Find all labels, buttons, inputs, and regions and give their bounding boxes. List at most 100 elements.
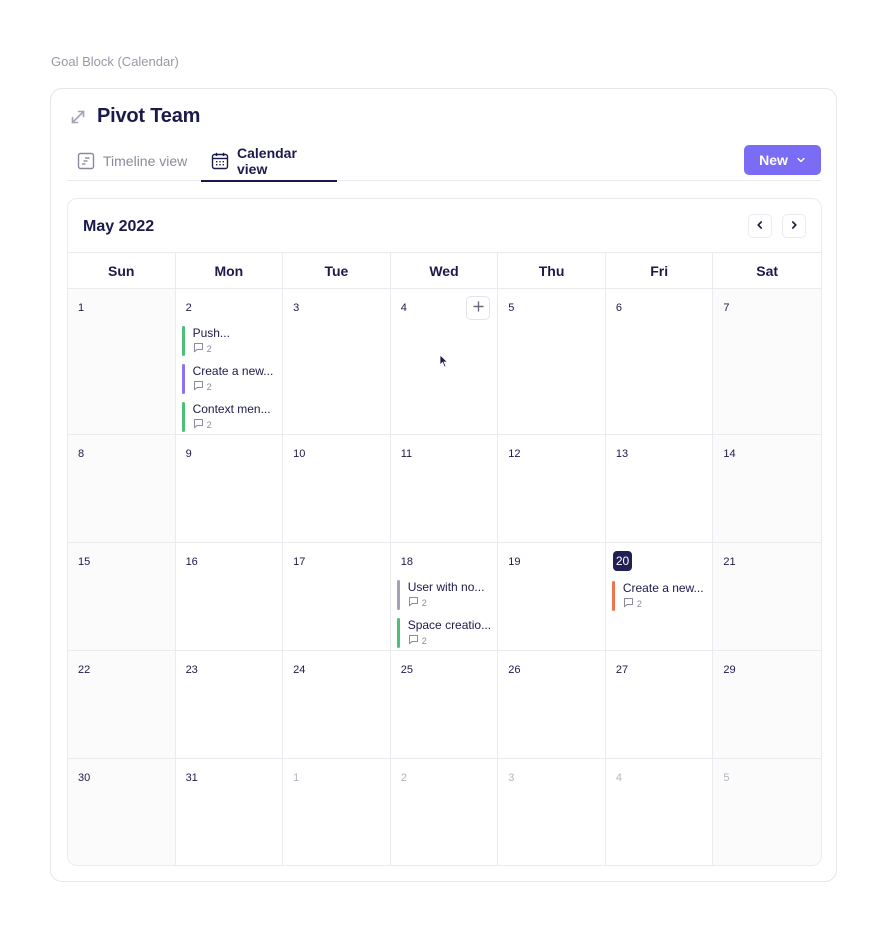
day-number: 5	[508, 302, 515, 314]
day-number: 22	[78, 664, 91, 676]
day-number: 29	[723, 664, 736, 676]
calendar-day-cell[interactable]: 3	[498, 759, 606, 865]
tab-timeline-label: Timeline view	[103, 153, 188, 169]
calendar-day-cell[interactable]: 26	[498, 651, 606, 759]
comment-icon	[623, 597, 634, 610]
event-color-bar	[181, 364, 185, 394]
day-number: 21	[723, 556, 736, 568]
day-number: 31	[185, 772, 198, 784]
calendar-day-cell[interactable]: 21	[713, 543, 821, 651]
calendar-day-cell[interactable]: 15	[68, 543, 176, 651]
calendar-day-cell[interactable]: 19	[498, 543, 606, 651]
day-number: 4	[400, 302, 407, 314]
previous-month-button[interactable]	[748, 214, 772, 238]
day-number: 8	[78, 448, 85, 460]
calendar-day-cell[interactable]: 5	[498, 289, 606, 435]
calendar-event[interactable]: Create a new... 2	[181, 364, 283, 394]
calendar-day-cell[interactable]: 1	[68, 289, 176, 435]
day-number: 16	[185, 556, 198, 568]
chevron-down-icon	[796, 152, 806, 168]
day-number: 1	[293, 772, 300, 784]
day-number: 25	[400, 664, 413, 676]
calendar-day-cell[interactable]: 2	[391, 759, 499, 865]
mouse-cursor-icon	[439, 354, 449, 373]
event-title: Space creatio...	[407, 618, 492, 632]
tab-calendar-label: Calendar view	[237, 144, 297, 177]
comment-icon	[408, 634, 419, 647]
event-comments: 2	[193, 342, 283, 355]
day-number: 11	[400, 448, 413, 460]
calendar-day-cell[interactable]: 17	[283, 543, 391, 651]
event-color-bar	[611, 581, 615, 611]
comment-count: 2	[421, 597, 427, 608]
day-number: 15	[78, 556, 91, 568]
weekday-header: Tue	[283, 253, 391, 288]
calendar-day-cell[interactable]: 1	[283, 759, 391, 865]
comment-count: 2	[421, 635, 427, 646]
weekday-header: Fri	[606, 253, 714, 288]
calendar-day-cell[interactable]: 20 Create a new... 2	[605, 543, 714, 651]
calendar-day-cell[interactable]: 14	[713, 435, 821, 543]
weekday-header: Mon	[176, 253, 284, 288]
day-number: 17	[293, 556, 306, 568]
tab-timeline-view[interactable]: Timeline view	[67, 141, 197, 181]
day-number: 13	[615, 448, 629, 460]
calendar-day-cell[interactable]: 11	[390, 435, 499, 543]
page-caption: Goal Block (Calendar)	[51, 54, 179, 69]
calendar-day-cell[interactable]: 25	[390, 651, 499, 759]
calendar-day-cell[interactable]: 18 User with no... 2 Space creatio... 2	[390, 543, 499, 651]
calendar-day-cell[interactable]: 31	[176, 759, 284, 865]
tab-calendar-view[interactable]: Calendar view	[201, 141, 337, 182]
calendar-day-cell[interactable]: 30	[68, 759, 176, 865]
new-button[interactable]: New	[744, 145, 821, 175]
next-month-button[interactable]	[782, 214, 806, 238]
event-title: Push...	[192, 326, 230, 340]
today-date-badge: 20	[612, 551, 633, 571]
calendar-day-cell[interactable]: 16	[175, 543, 284, 651]
calendar-day-cell[interactable]: 7	[713, 289, 821, 435]
calendar-day-cell[interactable]: 24	[283, 651, 391, 759]
plus-icon	[473, 299, 484, 317]
calendar-day-cell[interactable]: 8	[68, 435, 176, 543]
add-event-button[interactable]	[466, 296, 491, 320]
calendar-event[interactable]: Push... 2	[181, 326, 283, 356]
calendar-day-cell[interactable]: 27	[605, 651, 714, 759]
goal-block-card: Pivot Team Timeline view Calendar view N…	[50, 88, 837, 882]
event-color-bar	[396, 580, 400, 610]
day-number: 4	[615, 772, 622, 784]
calendar-day-cell[interactable]: 29	[713, 651, 821, 759]
day-number: 27	[615, 664, 629, 676]
day-number: 19	[508, 556, 521, 568]
calendar-day-cell[interactable]: 9	[175, 435, 284, 543]
event-title: Context men...	[192, 402, 271, 416]
weekday-header: Wed	[391, 253, 499, 288]
new-button-label: New	[759, 152, 788, 168]
calendar-day-cell[interactable]: 3	[283, 289, 391, 435]
day-number: 24	[293, 664, 306, 676]
calendar-day-cell[interactable]: 23	[175, 651, 284, 759]
comment-count: 2	[636, 598, 642, 609]
event-color-bar	[181, 402, 185, 432]
event-title: Create a new...	[192, 364, 274, 378]
calendar-icon	[211, 152, 229, 170]
calendar-day-cell[interactable]: 5	[713, 759, 821, 865]
calendar-day-cell[interactable]: 10	[283, 435, 391, 543]
day-number: 5	[723, 772, 730, 784]
calendar-event[interactable]: User with no... 2	[396, 580, 498, 610]
calendar-day-cell[interactable]: 12	[498, 435, 606, 543]
chevron-right-icon	[789, 217, 799, 235]
calendar-event[interactable]: Context men... 2	[181, 402, 283, 432]
calendar-day-cell[interactable]: 22	[68, 651, 176, 759]
calendar-event[interactable]: Create a new... 2	[611, 581, 713, 611]
calendar-day-cell[interactable]: 6	[605, 289, 714, 435]
calendar-day-cell[interactable]: 4	[606, 759, 714, 865]
board-title: Pivot Team	[97, 105, 201, 127]
day-number: 3	[508, 772, 515, 784]
calendar-day-cell[interactable]: 13	[605, 435, 714, 543]
day-number: 7	[723, 302, 730, 314]
event-title: User with no...	[407, 580, 485, 594]
calendar-event[interactable]: Space creatio... 2	[396, 618, 498, 648]
calendar-day-cell[interactable]: 2 Push... 2 Create a new... 2 Context men... 2	[175, 289, 284, 435]
expand-arrows-icon[interactable]	[69, 108, 87, 126]
day-number: 30	[78, 772, 91, 784]
